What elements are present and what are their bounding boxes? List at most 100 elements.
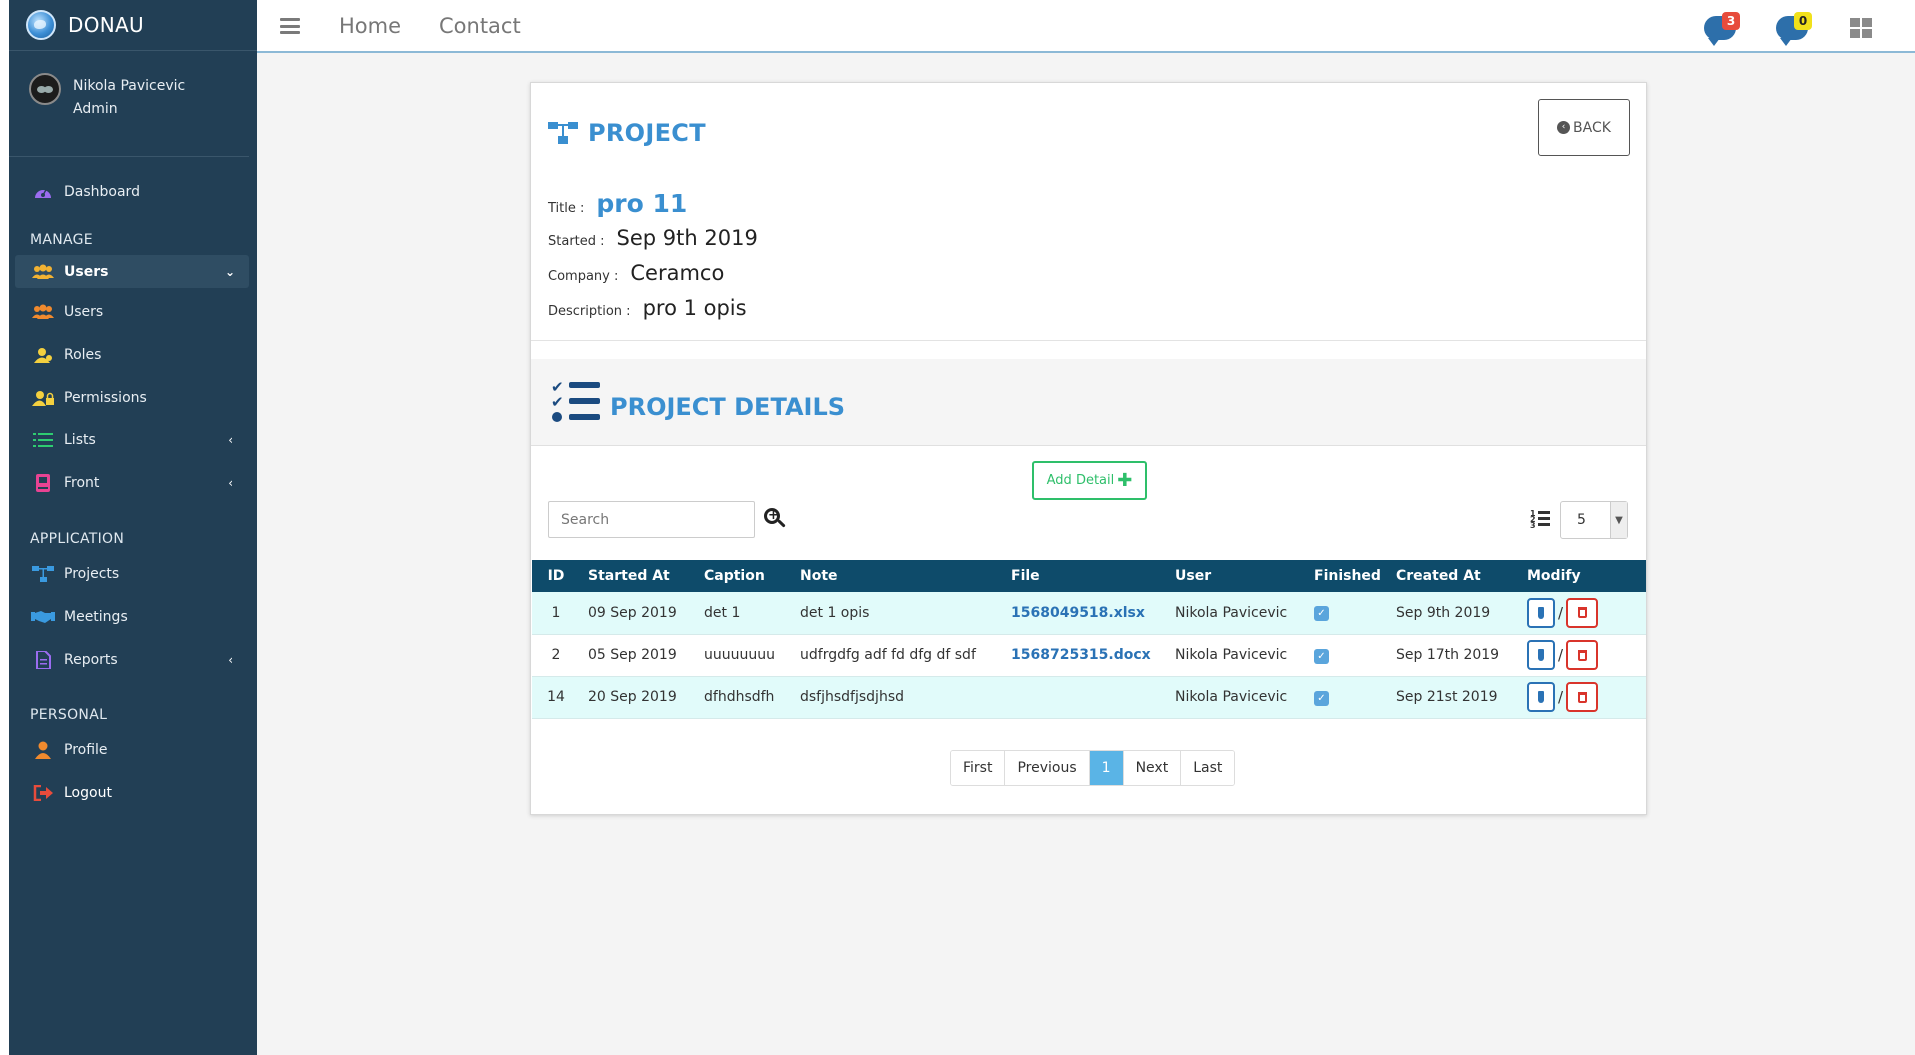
list-icon: [30, 431, 56, 449]
delete-button[interactable]: [1566, 640, 1599, 670]
delete-button[interactable]: [1566, 597, 1599, 628]
file-link[interactable]: 1568725315.docx: [1011, 647, 1151, 663]
brand[interactable]: DONAU: [9, 0, 257, 51]
project-header: PROJECT ‹ BACK Title : pro 11 Started : …: [531, 83, 1646, 341]
sidebar-item-label: Front: [64, 475, 100, 491]
search-input[interactable]: [548, 501, 755, 538]
notifications-count-badge: 0: [1794, 12, 1812, 30]
cell-caption: uuuuuuuu: [696, 634, 792, 677]
messages-count-badge: 3: [1722, 12, 1740, 30]
delete-button[interactable]: [1566, 682, 1599, 712]
cell-created: Sep 21st 2019: [1388, 676, 1519, 719]
messages-button[interactable]: 3: [1704, 12, 1740, 46]
project-description: pro 1 opis: [642, 296, 747, 320]
column-header[interactable]: Modify: [1519, 560, 1646, 592]
top-navbar: Home Contact 3 0: [257, 0, 1915, 53]
sidebar-item-label: Logout: [64, 785, 112, 801]
description-label: Description :: [548, 304, 631, 319]
sidebar-item-label: Meetings: [64, 609, 128, 625]
pager-previous[interactable]: Previous: [1005, 751, 1090, 785]
column-header[interactable]: Finished: [1306, 560, 1388, 592]
ordered-list-icon: 1 2 3: [1530, 509, 1550, 530]
sidebar-item-permissions[interactable]: Permissions: [9, 378, 257, 418]
project-started-field: Started : Sep 9th 2019: [548, 226, 758, 250]
cell-created: Sep 9th 2019: [1388, 592, 1519, 635]
cell-id: 2: [532, 634, 580, 677]
pager-current-page[interactable]: 1: [1089, 751, 1124, 785]
dashboard-icon: [30, 183, 56, 201]
column-header[interactable]: User: [1167, 560, 1306, 592]
apps-grid-icon[interactable]: [1850, 18, 1872, 38]
brand-name: DONAU: [68, 13, 144, 37]
users-icon: [30, 263, 56, 281]
project-description-field: Description : pro 1 opis: [548, 296, 747, 320]
sidebar-item-roles[interactable]: Roles: [9, 335, 257, 375]
column-header[interactable]: Note: [792, 560, 1003, 592]
sidebar: DONAU Nikola Pavicevic Admin Dashboard M…: [9, 0, 257, 1055]
table-header-row: ID Started At Caption Note File User Fin…: [532, 560, 1646, 592]
finished-checkbox[interactable]: ✓: [1314, 648, 1329, 664]
search-zoom-icon[interactable]: +: [763, 507, 787, 531]
pencil-icon: [1538, 606, 1544, 619]
sidebar-item-lists[interactable]: Lists ‹: [9, 420, 257, 460]
sidebar-item-label: Users: [64, 304, 104, 320]
project-heading-text: PROJECT: [588, 119, 706, 147]
pencil-icon: [1538, 691, 1544, 703]
add-detail-label: Add Detail: [1046, 473, 1115, 488]
cell-started: 20 Sep 2019: [580, 676, 696, 719]
column-header[interactable]: File: [1003, 560, 1167, 592]
hamburger-menu-icon[interactable]: [280, 18, 300, 34]
user-role: Admin: [73, 101, 118, 117]
sidebar-item-dashboard[interactable]: Dashboard: [9, 172, 257, 212]
sidebar-item-label: Projects: [64, 566, 120, 582]
cell-user: Nikola Pavicevic: [1167, 592, 1306, 635]
sidebar-item-projects[interactable]: Projects: [9, 554, 257, 594]
pager-next[interactable]: Next: [1123, 751, 1182, 785]
nav-contact-link[interactable]: Contact: [439, 14, 521, 38]
globe-icon: [26, 10, 56, 40]
sidebar-item-profile[interactable]: Profile: [9, 730, 257, 770]
user-icon: [30, 346, 56, 364]
column-header[interactable]: Caption: [696, 560, 792, 592]
column-header[interactable]: Created At: [1388, 560, 1519, 592]
tasks-list-icon: ✔ ✔: [550, 380, 602, 424]
sidebar-item-label: Reports: [64, 652, 118, 668]
cell-id: 1: [532, 592, 580, 635]
sidebar-item-users-group[interactable]: Users ⌄: [15, 255, 249, 288]
cell-id: 14: [532, 676, 580, 719]
nav-home-link[interactable]: Home: [339, 14, 401, 38]
edit-button[interactable]: [1527, 640, 1555, 670]
user-icon: [30, 741, 56, 759]
finished-checkbox[interactable]: ✓: [1314, 690, 1329, 706]
cell-note: det 1 opis: [792, 592, 1003, 635]
separator: /: [1558, 603, 1564, 622]
sidebar-item-reports[interactable]: Reports ‹: [9, 640, 257, 680]
column-header[interactable]: ID: [532, 560, 580, 592]
sidebar-item-label: Lists: [64, 432, 96, 448]
handshake-icon: [30, 608, 56, 626]
avatar: [29, 73, 61, 105]
page-size-select[interactable]: 5 ▼: [1560, 501, 1628, 539]
separator: /: [1558, 646, 1564, 664]
sidebar-item-front[interactable]: Front ‹: [9, 463, 257, 503]
notifications-button[interactable]: 0: [1776, 12, 1812, 46]
finished-checkbox[interactable]: ✓: [1314, 606, 1329, 622]
user-name: Nikola Pavicevic: [73, 78, 186, 94]
sidebar-item-meetings[interactable]: Meetings: [9, 597, 257, 637]
edit-button[interactable]: [1527, 682, 1555, 712]
pager-first[interactable]: First: [951, 751, 1006, 785]
details-table: ID Started At Caption Note File User Fin…: [532, 560, 1646, 719]
file-link[interactable]: 1568049518.xlsx: [1011, 605, 1145, 621]
add-detail-button[interactable]: Add Detail ✚: [1032, 461, 1147, 500]
pager-last[interactable]: Last: [1181, 751, 1235, 785]
sitemap-icon: [548, 120, 580, 146]
column-header[interactable]: Started At: [580, 560, 696, 592]
left-edge: [0, 0, 9, 1055]
sidebar-item-label: Dashboard: [64, 184, 140, 200]
sitemap-icon: [30, 565, 56, 583]
sidebar-item-logout[interactable]: Logout: [9, 773, 257, 813]
edit-button[interactable]: [1527, 597, 1555, 628]
table-row: 14 20 Sep 2019 dfhdhsdfh dsfjhsdfjsdjhsd…: [532, 676, 1646, 719]
sidebar-item-users[interactable]: Users: [9, 292, 257, 332]
back-button[interactable]: ‹ BACK: [1538, 99, 1630, 156]
